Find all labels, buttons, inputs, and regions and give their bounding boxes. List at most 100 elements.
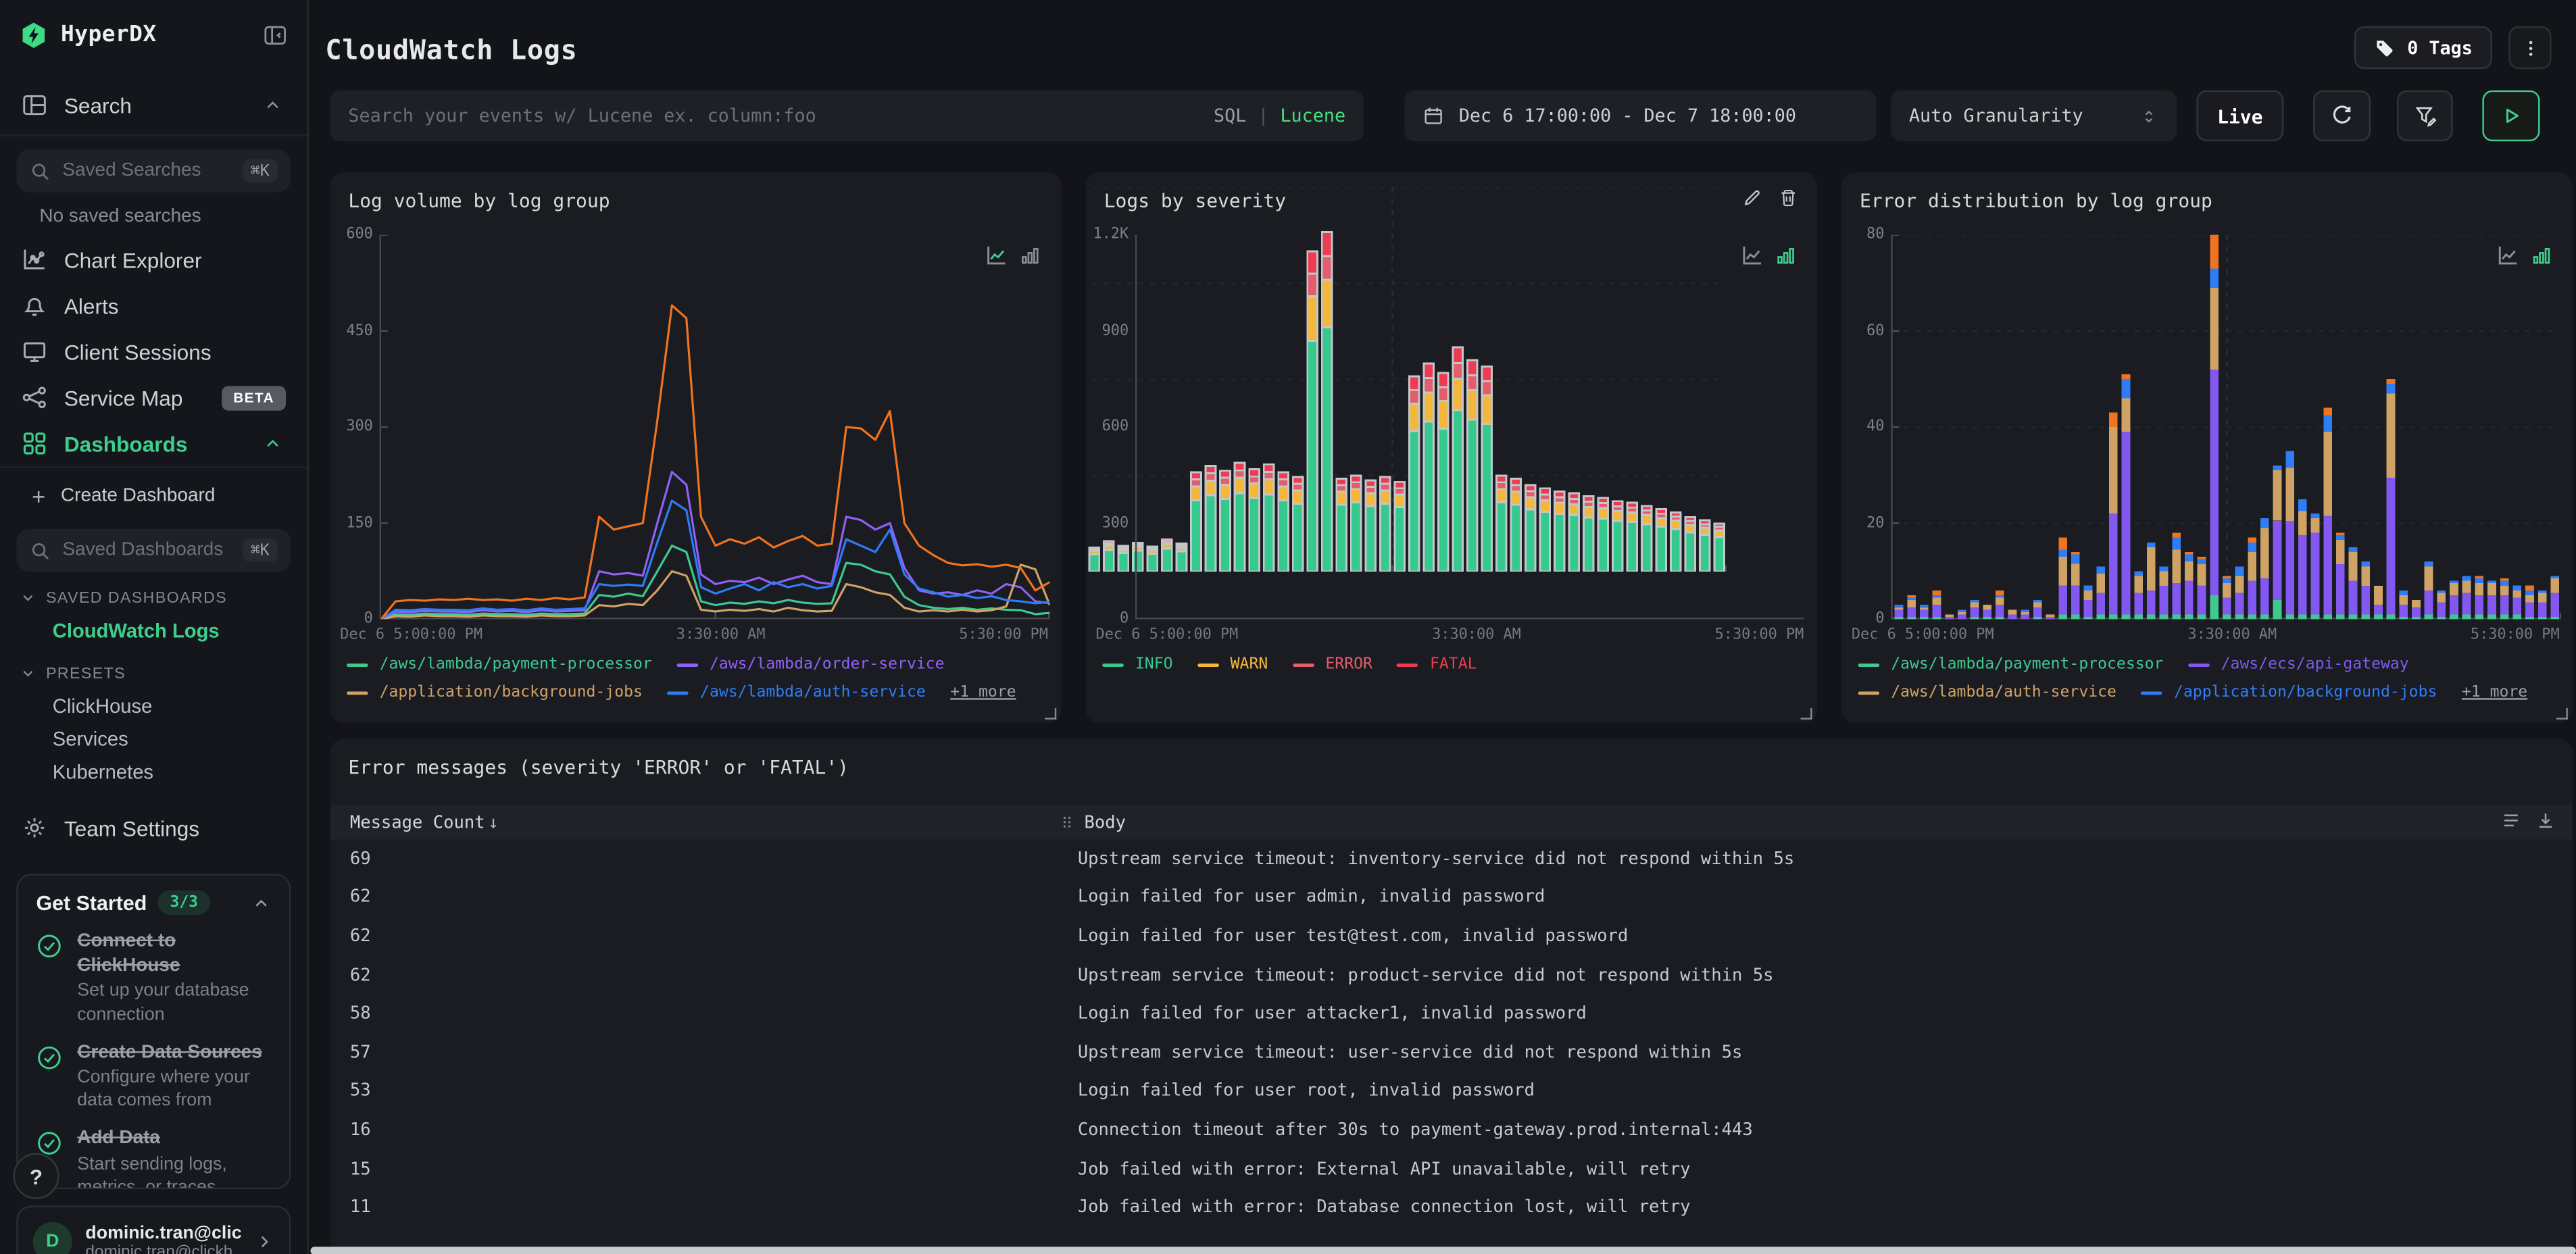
bar-chart-toggle-icon[interactable] (2531, 245, 2551, 266)
table-row[interactable]: 58 Login failed for user attacker1, inval… (330, 995, 2573, 1033)
body-cell: Job failed with error: Database connecti… (1077, 1197, 1691, 1218)
legend-item[interactable]: /aws/lambda/payment-processor (346, 654, 652, 676)
refresh-icon (2329, 103, 2354, 128)
legend-item[interactable]: INFO (1102, 654, 1173, 676)
table-row[interactable]: 69 Upstream service timeout: inventory-se… (330, 839, 2573, 878)
legend-item[interactable]: /aws/lambda/auth-service (667, 682, 926, 703)
legend-item[interactable]: /aws/lambda/payment-processor (1858, 654, 2163, 676)
y-tick-label: 300 (1101, 515, 1129, 532)
help-button[interactable]: ? (13, 1153, 59, 1199)
filter-button[interactable] (2397, 90, 2453, 142)
resize-handle[interactable] (1800, 707, 1812, 720)
chevron-up-icon[interactable] (251, 893, 271, 912)
legend-item[interactable]: /aws/lambda/auth-service (1858, 682, 2116, 703)
legend-item[interactable]: FATAL (1397, 654, 1477, 676)
granularity-select[interactable]: Auto Granularity (1891, 90, 2177, 142)
saved-searches-input[interactable]: Saved Searches ⌘K (16, 149, 291, 193)
app-window: HyperDX Search Saved Searches ⌘K No save… (0, 0, 2576, 1254)
column-header-message-count[interactable]: Message Count ↓ (330, 812, 1058, 832)
bar-chart-toggle-icon[interactable] (1020, 245, 1040, 266)
preset-item[interactable]: Kubernetes (0, 755, 307, 788)
body-cell: Upstream service timeout: inventory-serv… (1077, 849, 1795, 869)
sidebar-item-service-map[interactable]: Service Map BETA (0, 374, 307, 420)
legend-item[interactable]: ERROR (1292, 654, 1372, 676)
download-icon[interactable] (2535, 809, 2556, 830)
time-range-picker[interactable]: Dec 6 17:00:00 - Dec 7 18:00:00 (1404, 90, 1877, 142)
sidebar-item-team-settings[interactable]: Team Settings (0, 805, 307, 851)
resize-handle[interactable] (2556, 707, 2568, 720)
y-tick-label: 20 (1866, 515, 1885, 532)
legend-item[interactable]: /aws/lambda/order-service (676, 654, 945, 676)
chart-panel-severity: Logs by severity 0 300 600 900 1.2K Dec 6 5:… (1085, 172, 1817, 723)
monitor-icon (22, 338, 48, 365)
sidebar-item-search[interactable]: Search (0, 82, 307, 128)
line-chart-toggle-icon[interactable] (986, 245, 1008, 266)
message-count-cell: 11 (349, 1197, 371, 1218)
legend-item[interactable]: /application/background-jobs (346, 682, 643, 703)
legend-item[interactable]: +1 more (2462, 682, 2527, 703)
collapse-sidebar-icon[interactable] (263, 22, 287, 47)
sidebar-item-label: Alerts (64, 293, 119, 318)
preset-item[interactable]: ClickHouse (0, 690, 307, 723)
y-tick-label: 0 (1875, 611, 1885, 628)
create-dashboard-button[interactable]: Create Dashboard (0, 476, 307, 516)
sidebar-item-label: Service Map (64, 385, 183, 410)
shortcut-badge: ⌘K (242, 538, 278, 562)
table-panel: Error messages (severity 'ERROR' or 'FAT… (330, 739, 2573, 1254)
legend-item[interactable]: +1 more (950, 682, 1016, 703)
run-query-button[interactable] (2482, 90, 2540, 142)
line-chart-toggle-icon[interactable] (2497, 245, 2519, 266)
message-count-cell: 69 (349, 849, 371, 869)
lucene-toggle[interactable]: Lucene (1280, 105, 1345, 127)
refresh-button[interactable] (2313, 90, 2371, 142)
drag-handle-icon[interactable] (1058, 811, 1076, 833)
sidebar-item-client-sessions[interactable]: Client Sessions (0, 328, 307, 374)
chart-canvas (381, 234, 1050, 620)
saved-dashboard-item[interactable]: CloudWatch Logs (0, 614, 307, 647)
body-cell: Login failed for user test@test.com, inv… (1077, 926, 1629, 947)
tags-button[interactable]: 0 Tags (2354, 26, 2493, 70)
section-saved-dashboards[interactable]: SAVED DASHBOARDS (0, 584, 307, 611)
line-chart-toggle-icon[interactable] (1741, 245, 1763, 266)
horizontal-scrollbar[interactable] (310, 1246, 2576, 1254)
x-tick-label: 5:30:00 PM (1714, 627, 1804, 644)
page-title: CloudWatch Logs (325, 34, 578, 66)
sidebar-item-dashboards[interactable]: Dashboards (0, 420, 307, 466)
get-started-item[interactable]: Add Data Start sending logs, metrics, or … (36, 1128, 271, 1188)
resize-handle[interactable] (1045, 707, 1057, 720)
dashboards-grid-icon (22, 430, 48, 457)
granularity-value: Auto Granularity (1908, 105, 2083, 127)
table-row[interactable]: 62 Login failed for user admin, invalid p… (330, 878, 2573, 917)
y-tick-label: 450 (346, 322, 373, 340)
more-menu-button[interactable] (2508, 26, 2552, 70)
table-row[interactable]: 11 Job failed with error: Database connec… (330, 1188, 2573, 1227)
user-menu[interactable]: D dominic.tran@clic... dominic.tran@clic… (16, 1205, 291, 1254)
section-presets[interactable]: PRESETS (0, 660, 307, 686)
sql-toggle[interactable]: SQL (1214, 105, 1246, 127)
column-header-body[interactable]: Body (1058, 811, 1126, 833)
table-columns-icon[interactable] (2500, 809, 2522, 830)
get-started-item[interactable]: Create Data Sources Configure where your … (36, 1040, 271, 1113)
x-tick-label: Dec 6 5:00:00 PM (340, 627, 483, 644)
saved-dashboards-input[interactable]: Saved Dashboards ⌘K (16, 528, 291, 572)
event-search-input[interactable]: Search your events w/ Lucene ex. column:… (330, 90, 1364, 142)
table-row[interactable]: 16 Connection timeout after 30s to paymen… (330, 1111, 2573, 1149)
sidebar-item-chart-explorer[interactable]: Chart Explorer (0, 236, 307, 282)
saved-searches-placeholder: Saved Searches (62, 161, 201, 181)
preset-item[interactable]: Services (0, 723, 307, 756)
legend-item[interactable]: /application/background-jobs (2141, 682, 2437, 703)
table-row[interactable]: 62 Login failed for user test@test.com, i… (330, 917, 2573, 955)
chart-legend: /aws/lambda/payment-processor/aws/ecs/ap… (1858, 654, 2560, 703)
col-body: Body (1084, 812, 1126, 832)
legend-item[interactable]: /aws/ecs/api-gateway (2187, 654, 2409, 676)
live-button[interactable]: Live (2196, 90, 2284, 142)
table-row[interactable]: 57 Upstream service timeout: user-service… (330, 1033, 2573, 1072)
table-row[interactable]: 62 Upstream service timeout: product-serv… (330, 955, 2573, 994)
table-row[interactable]: 15 Job failed with error: External API un… (330, 1149, 2573, 1188)
x-tick-label: 3:30:00 AM (1432, 627, 1521, 644)
legend-item[interactable]: WARN (1197, 654, 1268, 676)
get-started-item[interactable]: Connect to ClickHouse Set up your databas… (36, 930, 271, 1026)
bar-chart-toggle-icon[interactable] (1776, 245, 1795, 266)
sidebar-item-alerts[interactable]: Alerts (0, 282, 307, 328)
table-row[interactable]: 53 Login failed for user root, invalid pa… (330, 1072, 2573, 1110)
